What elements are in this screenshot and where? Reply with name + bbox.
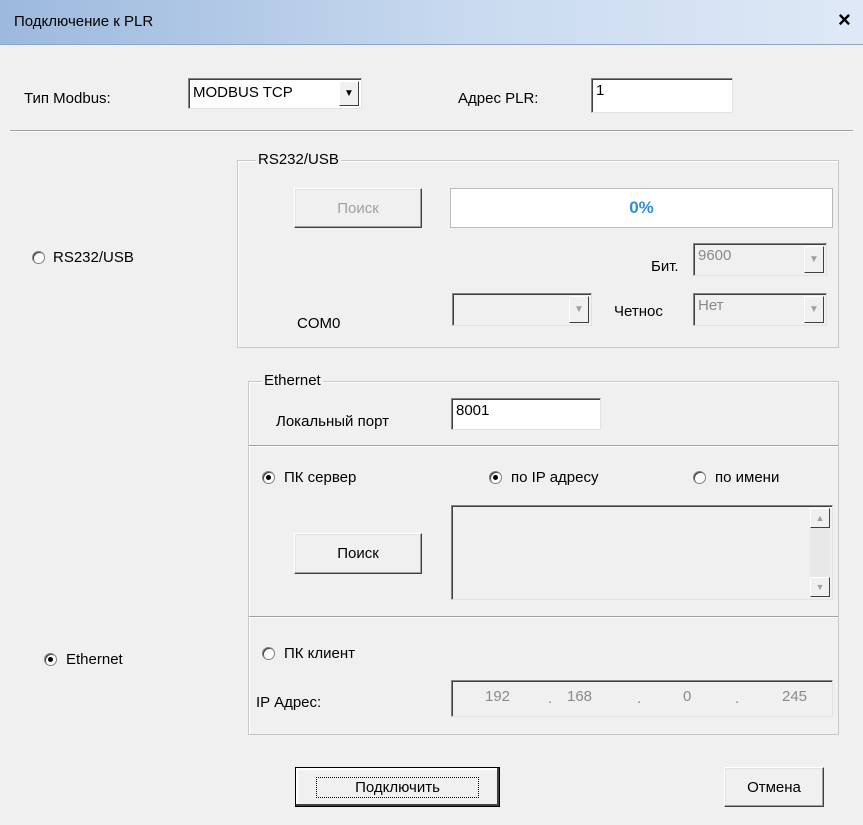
progress-text: 0% xyxy=(629,198,654,217)
rs232-group-title: RS232/USB xyxy=(256,151,341,168)
parity-select[interactable]: Нет ▼ xyxy=(693,293,827,326)
ip-address-label: IP Адрес: xyxy=(256,694,322,711)
modbus-type-value: MODBUS TCP xyxy=(193,84,293,101)
rs232-radio-label: RS232/USB xyxy=(53,249,134,266)
bits-value: 9600 xyxy=(698,247,732,264)
ip-octet-3: 0 xyxy=(683,688,692,705)
ip-octet-2: 168 xyxy=(567,688,593,705)
title-bar: Подключение к PLR × xyxy=(0,0,863,45)
bits-label: Бит. xyxy=(651,258,679,275)
modbus-type-select[interactable]: MODBUS TCP ▼ xyxy=(188,78,362,109)
ethernet-group-title: Ethernet xyxy=(262,372,323,389)
scroll-up-icon[interactable]: ▲ xyxy=(810,508,830,528)
cancel-button[interactable]: Отмена xyxy=(724,767,824,807)
local-port-label: Локальный порт xyxy=(276,413,389,430)
modbus-type-label: Тип Modbus: xyxy=(24,90,111,107)
plr-address-label: Адрес PLR: xyxy=(458,90,539,107)
pc-server-radio-circle[interactable] xyxy=(262,471,275,484)
local-port-input[interactable]: 8001 xyxy=(451,398,601,430)
rs232-search-button[interactable]: Поиск xyxy=(294,188,422,228)
ip-dot: . xyxy=(637,690,642,707)
by-name-label: по имени xyxy=(715,469,780,486)
connect-button-label: Подключить xyxy=(316,776,479,798)
ip-dot: . xyxy=(735,690,740,707)
separator xyxy=(249,445,838,447)
chevron-down-icon[interactable]: ▼ xyxy=(804,246,824,273)
scrollbar[interactable]: ▲ ▼ xyxy=(810,508,830,597)
chevron-down-icon[interactable]: ▼ xyxy=(569,296,589,323)
rs232-radio[interactable]: RS232/USB xyxy=(32,249,134,266)
pc-client-label: ПК клиент xyxy=(284,645,356,662)
window-title: Подключение к PLR xyxy=(14,13,154,30)
ethernet-radio-label: Ethernet xyxy=(66,651,123,668)
ip-dot: . xyxy=(548,690,553,707)
parity-label: Четнос xyxy=(614,303,663,320)
ip-octet-1: 192 xyxy=(485,688,511,705)
pc-server-label: ПК сервер xyxy=(284,469,357,486)
close-icon[interactable]: × xyxy=(838,9,851,31)
separator xyxy=(249,616,838,618)
chevron-down-icon[interactable]: ▼ xyxy=(339,81,359,106)
rs232-radio-circle[interactable] xyxy=(32,251,45,264)
pc-client-radio-circle[interactable] xyxy=(262,647,275,660)
com-port-label: COM0 xyxy=(297,315,341,332)
pc-server-radio[interactable]: ПК сервер xyxy=(262,469,356,486)
ethernet-search-button[interactable]: Поиск xyxy=(294,533,422,574)
scroll-down-icon[interactable]: ▼ xyxy=(810,577,830,597)
ethernet-radio[interactable]: Ethernet xyxy=(44,651,123,668)
by-ip-radio-circle[interactable] xyxy=(489,471,502,484)
by-name-radio[interactable]: по имени xyxy=(693,469,779,486)
parity-value: Нет xyxy=(698,297,724,314)
ip-address-input[interactable]: 192 . 168 . 0 . 245 xyxy=(451,680,833,717)
com-port-select[interactable]: ▼ xyxy=(452,293,592,326)
connect-button[interactable]: Подключить xyxy=(295,767,500,807)
ethernet-radio-circle[interactable] xyxy=(44,653,57,666)
by-name-radio-circle[interactable] xyxy=(693,471,706,484)
server-list[interactable]: ▲ ▼ xyxy=(451,505,833,600)
separator xyxy=(10,130,853,132)
plr-address-input[interactable]: 1 xyxy=(591,78,733,113)
by-ip-radio[interactable]: по IP адресу xyxy=(489,469,598,486)
chevron-down-icon[interactable]: ▼ xyxy=(804,296,824,323)
progress-bar: 0% xyxy=(450,188,833,228)
by-ip-label: по IP адресу xyxy=(511,469,599,486)
bits-select[interactable]: 9600 ▼ xyxy=(693,243,827,276)
ip-octet-4: 245 xyxy=(782,688,808,705)
pc-client-radio[interactable]: ПК клиент xyxy=(262,645,355,662)
